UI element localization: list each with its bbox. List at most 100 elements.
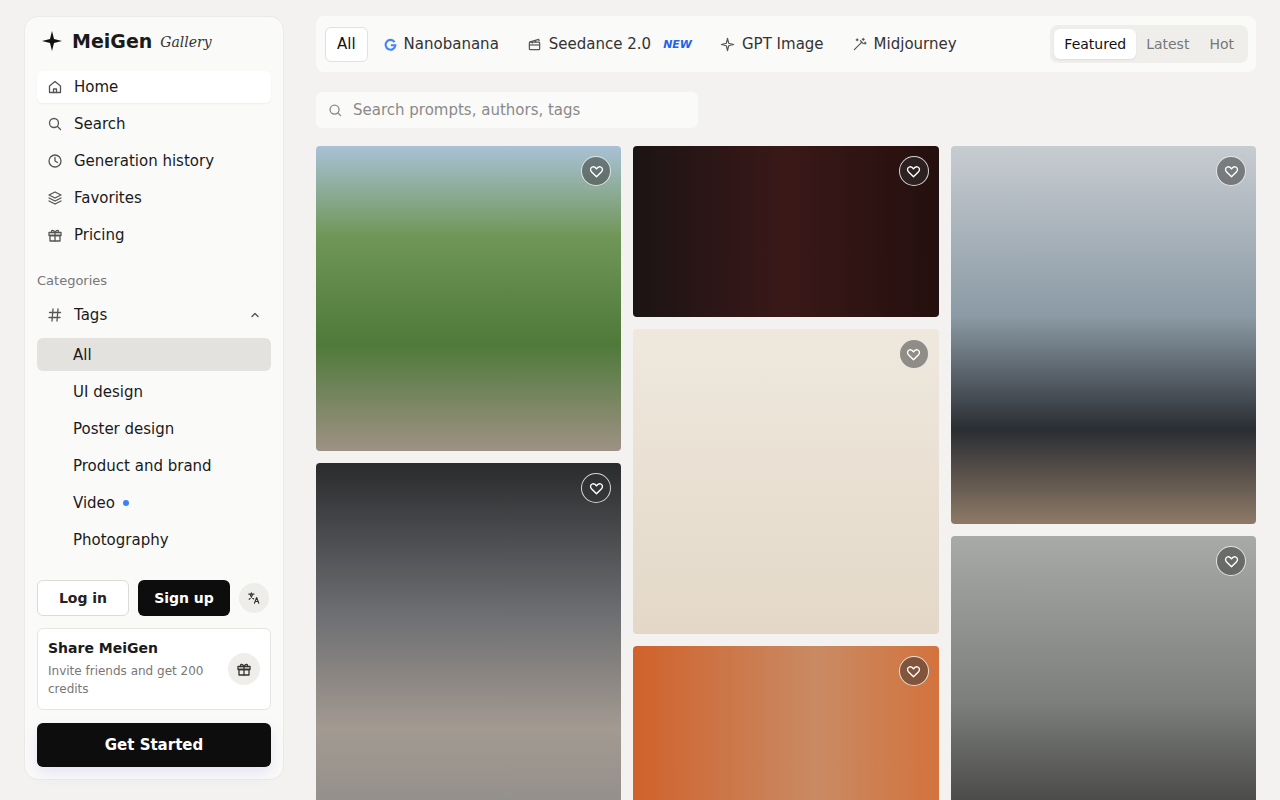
nav-label: Search	[74, 115, 126, 133]
heart-icon	[906, 347, 921, 362]
nav-item[interactable]: Pricing	[37, 219, 271, 251]
search-field[interactable]: Search prompts, authors, tags	[316, 92, 698, 128]
logo-icon	[40, 29, 64, 53]
new-badge: NEW	[663, 38, 692, 51]
new-dot	[123, 500, 129, 506]
signup-button[interactable]: Sign up	[138, 580, 230, 616]
tag-item[interactable]: UI design	[37, 375, 271, 408]
tag-label: Poster design	[73, 420, 174, 438]
model-tabs: All Nanobanana Seedance 2.0 NEW GPT Imag…	[325, 27, 969, 62]
sidebar: MeiGen Gallery Home Search Generation hi…	[24, 16, 284, 780]
google-icon	[384, 38, 397, 51]
favorite-button[interactable]	[899, 339, 929, 369]
share-card[interactable]: Share MeiGen Invite friends and get 200 …	[37, 628, 271, 710]
share-gift	[228, 653, 260, 685]
gallery-card[interactable]	[633, 329, 938, 634]
tag-item[interactable]: All	[37, 338, 271, 371]
tag-label: Product and brand	[73, 457, 212, 475]
translate-icon	[247, 591, 261, 605]
favorite-button[interactable]	[899, 156, 929, 186]
get-started-button[interactable]: Get Started	[37, 723, 271, 767]
tag-item[interactable]: Photography	[37, 523, 271, 556]
sort-option[interactable]: Hot	[1199, 29, 1244, 59]
favorite-button[interactable]	[899, 656, 929, 686]
brand-name: MeiGen	[72, 30, 152, 52]
tag-item[interactable]: Poster design	[37, 412, 271, 445]
share-description: Invite friends and get 200 credits	[48, 662, 220, 698]
heart-icon	[906, 164, 921, 179]
tags-group-header[interactable]: Tags	[37, 299, 271, 331]
filter-bar: All Nanobanana Seedance 2.0 NEW GPT Imag…	[316, 16, 1256, 72]
categories-label: Categories	[37, 273, 271, 291]
nav-item[interactable]: Home	[37, 71, 271, 103]
sort-option[interactable]: Featured	[1054, 29, 1136, 59]
heart-icon	[906, 664, 921, 679]
nav-item[interactable]: Generation history	[37, 145, 271, 177]
film-icon	[527, 37, 542, 52]
gallery-card[interactable]	[316, 146, 621, 451]
model-label: Nanobanana	[404, 35, 499, 53]
share-text: Share MeiGen Invite friends and get 200 …	[48, 640, 220, 698]
wand-icon	[852, 37, 867, 52]
gallery-card[interactable]	[316, 463, 621, 800]
share-title: Share MeiGen	[48, 640, 220, 656]
gallery-column	[951, 146, 1256, 800]
favorite-button[interactable]	[581, 156, 611, 186]
tag-item[interactable]: Product and brand	[37, 449, 271, 482]
gallery	[316, 146, 1256, 800]
sort-option[interactable]: Latest	[1136, 29, 1199, 59]
gallery-card[interactable]	[633, 146, 938, 317]
model-tab[interactable]: GPT Image	[708, 27, 836, 62]
tag-label: All	[73, 346, 92, 364]
search-placeholder: Search prompts, authors, tags	[353, 101, 580, 119]
tag-label: UI design	[73, 383, 143, 401]
gallery-column	[316, 146, 621, 800]
heart-icon	[589, 481, 604, 496]
tag-list: All UI design Poster design Product and …	[37, 338, 271, 556]
gift-icon	[47, 227, 63, 243]
heart-icon	[1224, 164, 1239, 179]
nav: Home Search Generation history Favorites…	[37, 71, 271, 251]
tag-label: Photography	[73, 531, 169, 549]
nav-item[interactable]: Search	[37, 108, 271, 140]
search-icon	[328, 103, 343, 118]
sort-control: FeaturedLatestHot	[1050, 25, 1248, 63]
model-label: GPT Image	[742, 35, 824, 53]
favorite-button[interactable]	[1216, 546, 1246, 576]
hash-icon	[47, 307, 63, 323]
brand-subtitle: Gallery	[160, 34, 211, 50]
model-label: Seedance 2.0	[549, 35, 651, 53]
gift-icon	[236, 661, 252, 677]
sparkle-icon	[720, 37, 735, 52]
login-button[interactable]: Log in	[37, 580, 129, 616]
heart-icon	[589, 164, 604, 179]
clock-icon	[47, 153, 63, 169]
gallery-card[interactable]	[951, 146, 1256, 524]
nav-label: Favorites	[74, 189, 142, 207]
model-label: Midjourney	[874, 35, 957, 53]
nav-label: Home	[74, 78, 118, 96]
favorite-button[interactable]	[581, 473, 611, 503]
main: All Nanobanana Seedance 2.0 NEW GPT Imag…	[284, 0, 1280, 800]
nav-label: Generation history	[74, 152, 214, 170]
model-tab[interactable]: Midjourney	[840, 27, 969, 62]
model-tab[interactable]: Seedance 2.0 NEW	[515, 27, 704, 62]
model-tab[interactable]: Nanobanana	[372, 27, 511, 62]
layers-icon	[47, 190, 63, 206]
brand[interactable]: MeiGen Gallery	[37, 29, 271, 53]
search-icon	[47, 116, 63, 132]
model-tab[interactable]: All	[325, 27, 368, 62]
auth-row: Log in Sign up	[37, 580, 271, 616]
gallery-card[interactable]	[633, 646, 938, 800]
nav-item[interactable]: Favorites	[37, 182, 271, 214]
gallery-card[interactable]	[951, 536, 1256, 800]
gallery-column	[633, 146, 938, 800]
favorite-button[interactable]	[1216, 156, 1246, 186]
chevron-icon	[249, 309, 261, 321]
nav-label: Pricing	[74, 226, 125, 244]
tags-group-label: Tags	[74, 306, 107, 324]
page: MeiGen Gallery Home Search Generation hi…	[0, 0, 1280, 800]
language-button[interactable]	[239, 583, 269, 613]
model-label: All	[337, 35, 356, 53]
tag-item[interactable]: Video	[37, 486, 271, 519]
